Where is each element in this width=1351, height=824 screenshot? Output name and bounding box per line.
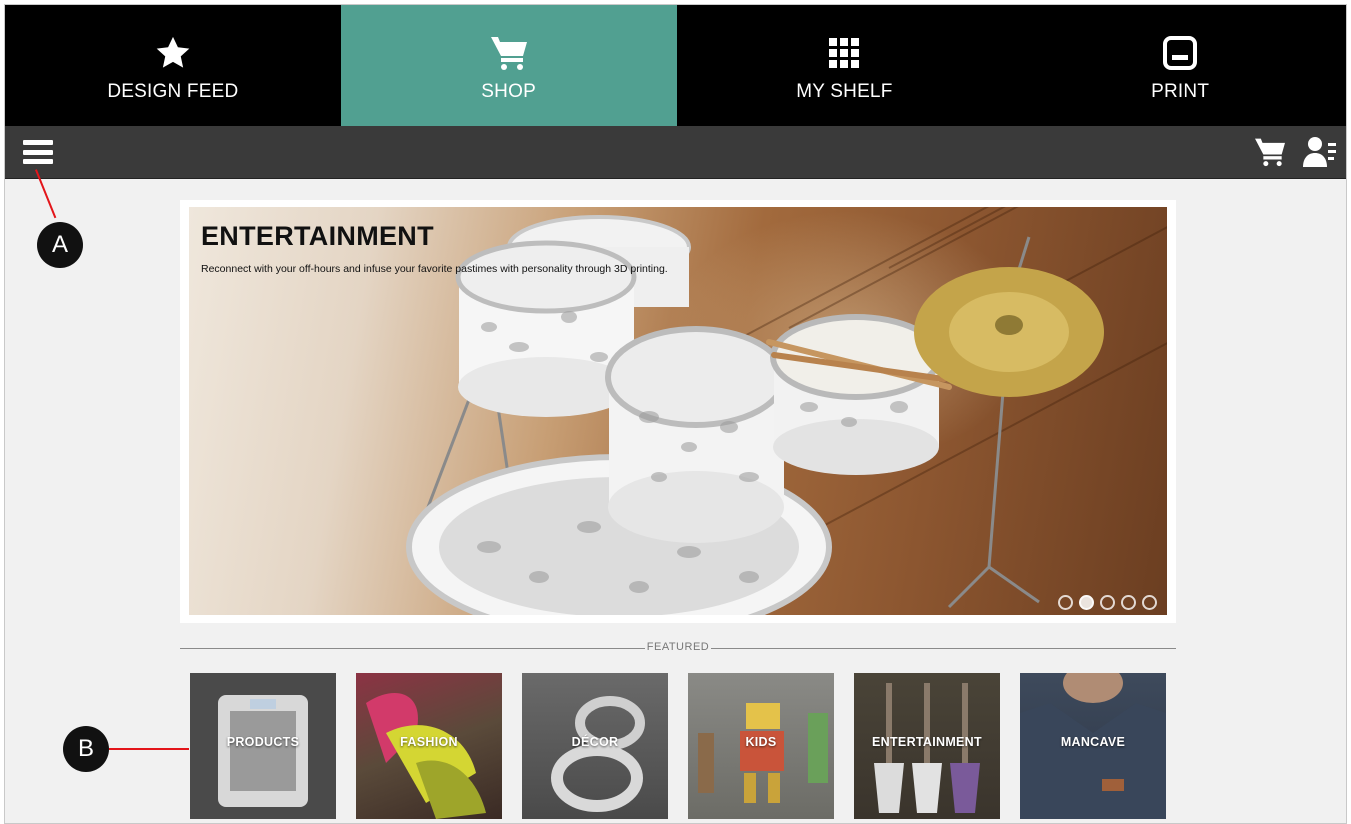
carousel-dot[interactable] xyxy=(1058,595,1073,610)
hero-title: ENTERTAINMENT xyxy=(201,221,434,251)
category-tile-kids[interactable]: KIDS xyxy=(688,673,834,819)
toolbar-actions xyxy=(1252,135,1338,169)
carousel-dot[interactable] xyxy=(1121,595,1136,610)
tile-label: DÉCOR xyxy=(571,735,619,749)
carousel-pagination xyxy=(1058,595,1157,610)
top-navigation: DESIGN FEED SHOP MY SHELF PRINT xyxy=(5,5,1346,126)
tile-label: FASHION xyxy=(400,735,458,749)
tile-label: MANCAVE xyxy=(1060,735,1126,749)
callout-a: A xyxy=(37,222,83,268)
carousel-dot-active[interactable] xyxy=(1079,595,1094,610)
hero-image: ENTERTAINMENT Reconnect with your off-ho… xyxy=(189,207,1167,615)
carousel-dot[interactable] xyxy=(1142,595,1157,610)
carousel-dot[interactable] xyxy=(1100,595,1115,610)
star-icon xyxy=(151,33,195,73)
callout-b: B xyxy=(63,726,109,772)
nav-label: PRINT xyxy=(1151,80,1210,102)
nav-my-shelf[interactable]: MY SHELF xyxy=(677,5,1013,126)
category-tile-mancave[interactable]: MANCAVE xyxy=(1020,673,1166,819)
callout-b-line xyxy=(109,748,189,750)
nav-shop[interactable]: SHOP xyxy=(340,5,677,126)
account-icon[interactable] xyxy=(1302,135,1338,169)
tile-label: KIDS xyxy=(745,735,777,749)
featured-divider: FEATURED xyxy=(180,639,1176,657)
category-tile-decor[interactable]: DÉCOR xyxy=(522,673,668,819)
nav-label: MY SHELF xyxy=(796,80,893,102)
nav-print[interactable]: PRINT xyxy=(1012,5,1346,126)
tile-label: PRODUCTS xyxy=(226,735,300,749)
nav-label: DESIGN FEED xyxy=(107,80,239,102)
hero-banner[interactable]: ENTERTAINMENT Reconnect with your off-ho… xyxy=(180,200,1176,623)
grid-icon xyxy=(822,33,866,73)
printer-icon xyxy=(1158,33,1202,73)
hero-subtitle: Reconnect with your off-hours and infuse… xyxy=(201,263,668,275)
category-tile-fashion[interactable]: FASHION xyxy=(356,673,502,819)
cart-icon[interactable] xyxy=(1252,135,1288,169)
app-window: DESIGN FEED SHOP MY SHELF PRINT A B ENTE… xyxy=(4,4,1347,824)
category-tile-entertainment[interactable]: ENTERTAINMENT xyxy=(854,673,1000,819)
nav-label: SHOP xyxy=(481,80,536,102)
hamburger-menu-icon[interactable] xyxy=(23,138,53,166)
toolbar xyxy=(5,126,1346,179)
nav-design-feed[interactable]: DESIGN FEED xyxy=(5,5,341,126)
tile-label: ENTERTAINMENT xyxy=(872,735,982,749)
category-tile-products[interactable]: PRODUCTS xyxy=(190,673,336,819)
featured-label: FEATURED xyxy=(644,641,712,653)
cart-icon xyxy=(487,33,531,73)
category-tiles: PRODUCTS FASHION DÉCOR KIDS ENTERTAINMEN… xyxy=(190,673,1166,819)
